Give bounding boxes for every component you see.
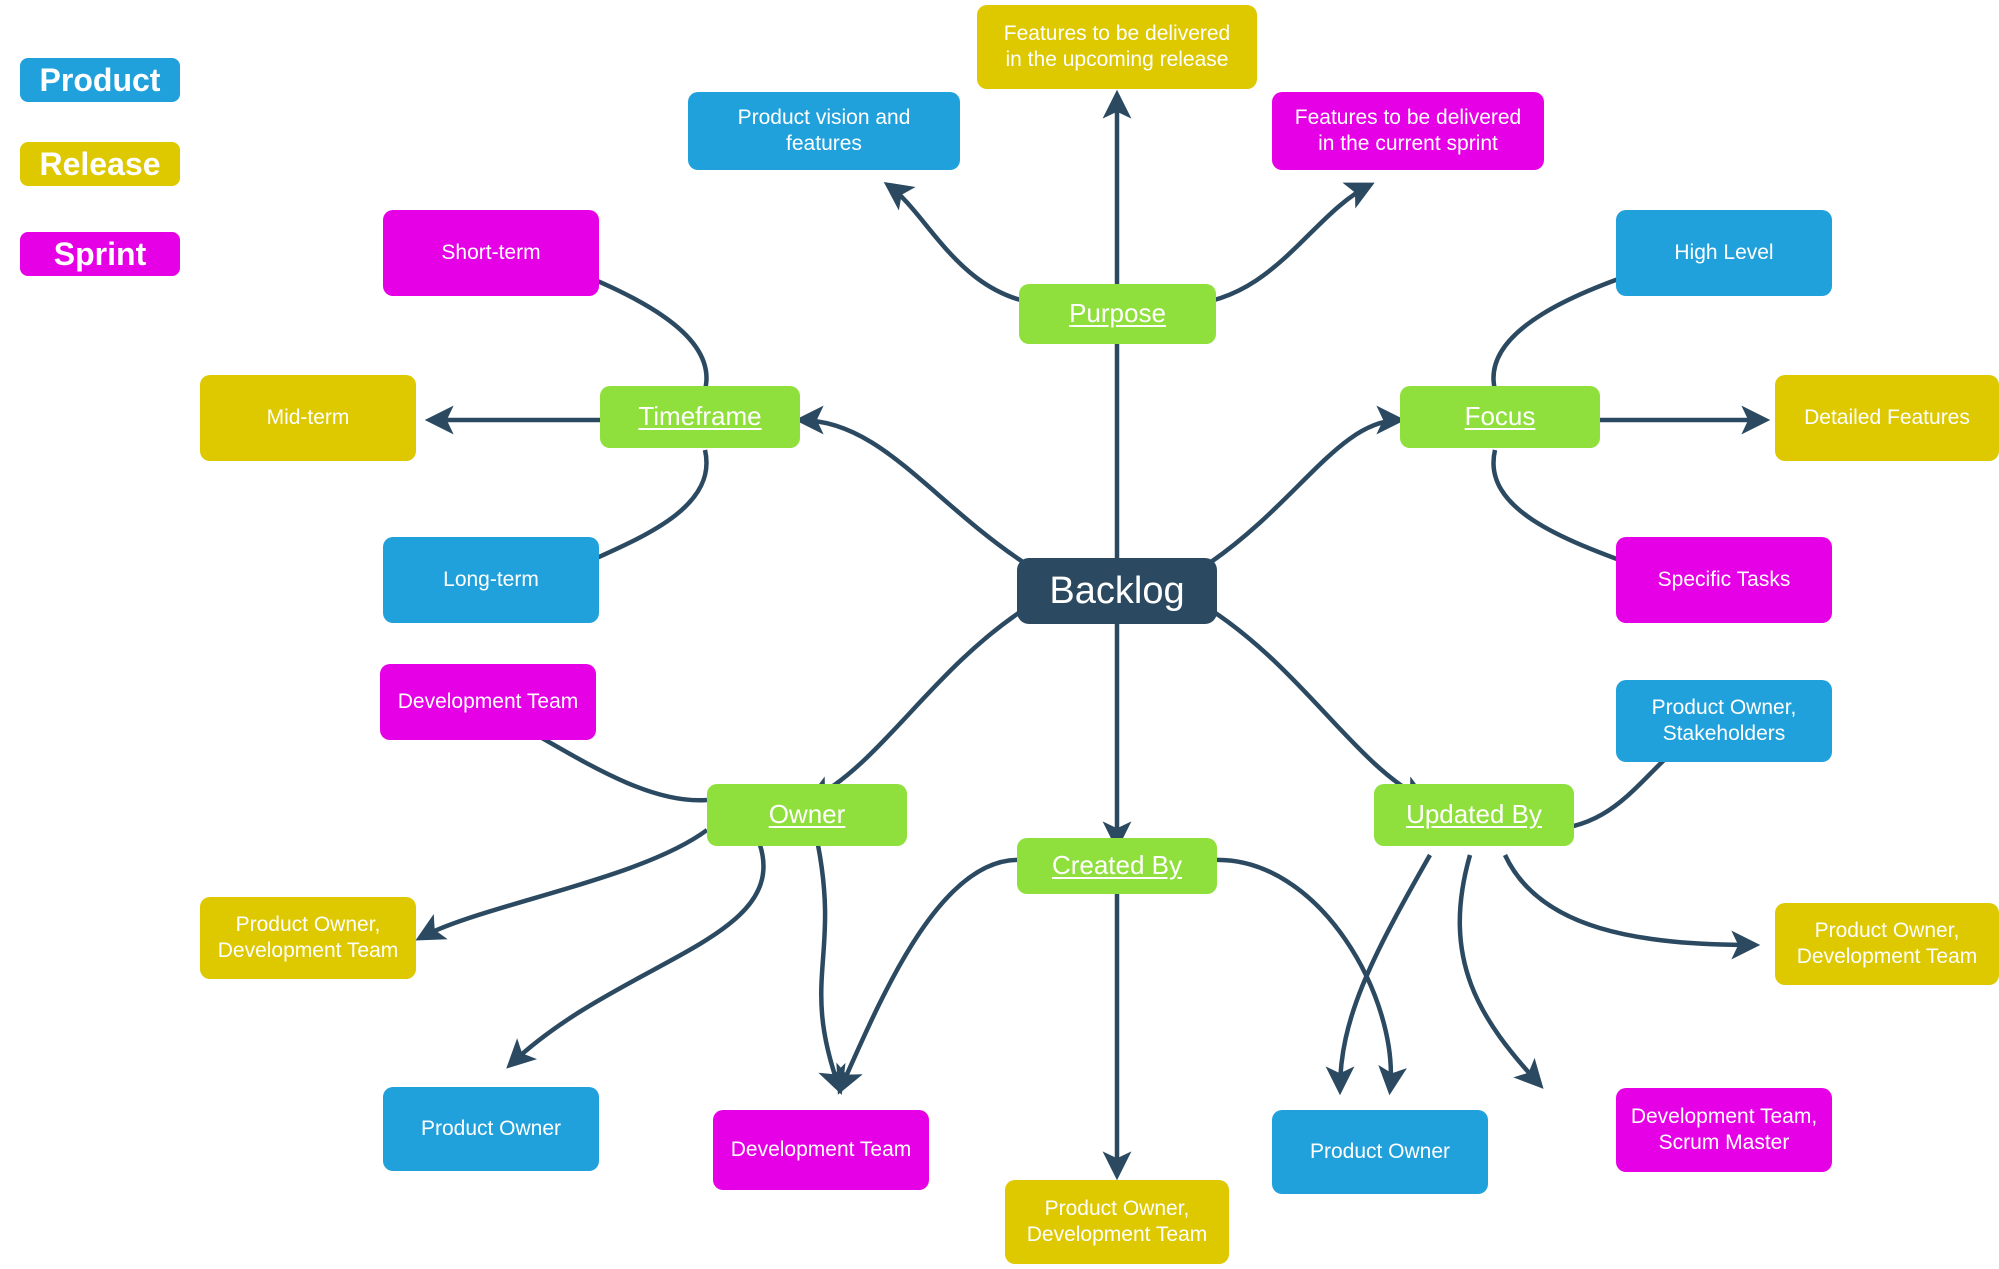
branch-node-label: Created By: [1051, 850, 1183, 881]
leaf-label: Product Owner: [1309, 1140, 1451, 1164]
leaf-label: Long-term: [443, 568, 539, 592]
legend-item-label: Release: [39, 145, 161, 182]
leaf-label: Development Team: [730, 1138, 912, 1162]
leaf-created-by-release[interactable]: Product Owner, Development Team: [1005, 1180, 1229, 1264]
branch-node-focus[interactable]: Focus: [1400, 386, 1600, 448]
legend-item-label: Sprint: [53, 235, 147, 272]
leaf-updated-by-product[interactable]: Product Owner, Stakeholders: [1616, 680, 1832, 762]
leaf-label: Specific Tasks: [1657, 568, 1791, 592]
leaf-label: Development Team: [397, 690, 579, 714]
legend-item-product: Product: [20, 58, 180, 102]
leaf-label: Detailed Features: [1804, 406, 1970, 430]
leaf-updated-by-sprint[interactable]: Development Team, Scrum Master: [1616, 1088, 1832, 1172]
leaf-label: Product Owner, Development Team: [217, 913, 399, 962]
branch-node-created-by[interactable]: Created By: [1017, 838, 1217, 894]
branch-node-label: Focus: [1464, 401, 1536, 432]
leaf-label: High Level: [1674, 241, 1774, 265]
branch-node-label: Timeframe: [638, 401, 762, 432]
leaf-owner-release[interactable]: Product Owner, Development Team: [200, 897, 416, 979]
root-node-backlog[interactable]: Backlog: [1017, 558, 1217, 624]
branch-node-timeframe[interactable]: Timeframe: [600, 386, 800, 448]
leaf-label: Product Owner, Development Team: [1796, 919, 1978, 968]
leaf-label: Product vision and features: [737, 106, 911, 155]
branch-node-label: Owner: [768, 799, 846, 830]
leaf-label: Short-term: [441, 241, 541, 265]
leaf-owner-sprint[interactable]: Development Team: [380, 664, 596, 740]
leaf-label: Mid-term: [266, 406, 350, 430]
leaf-created-by-product[interactable]: Product Owner: [1272, 1110, 1488, 1194]
leaf-label: Features to be delivered in the current …: [1294, 106, 1522, 155]
edge-layer: [415, 89, 1771, 1181]
branch-node-updated-by[interactable]: Updated By: [1374, 784, 1574, 846]
branch-node-label: Updated By: [1406, 799, 1542, 830]
leaf-purpose-product[interactable]: Product vision and features: [688, 92, 960, 170]
leaf-focus-release[interactable]: Detailed Features: [1775, 375, 1999, 461]
branch-node-purpose[interactable]: Purpose: [1019, 284, 1216, 344]
leaf-focus-product[interactable]: High Level: [1616, 210, 1832, 296]
leaf-label: Product Owner: [420, 1117, 562, 1141]
branch-node-owner[interactable]: Owner: [707, 784, 907, 846]
leaf-purpose-sprint[interactable]: Features to be delivered in the current …: [1272, 92, 1544, 170]
legend-item-release: Release: [20, 142, 180, 186]
leaf-owner-product[interactable]: Product Owner: [383, 1087, 599, 1171]
leaf-timeframe-release[interactable]: Mid-term: [200, 375, 416, 461]
leaf-focus-sprint[interactable]: Specific Tasks: [1616, 537, 1832, 623]
leaf-updated-by-release[interactable]: Product Owner, Development Team: [1775, 903, 1999, 985]
leaf-created-by-sprint[interactable]: Development Team: [713, 1110, 929, 1190]
leaf-label: Product Owner, Development Team: [1026, 1197, 1208, 1246]
mindmap-canvas: Product Release Sprint Backlog Purpose T…: [0, 0, 1999, 1269]
leaf-label: Features to be delivered in the upcoming…: [1003, 22, 1231, 71]
root-node-label: Backlog: [1049, 569, 1185, 612]
legend-item-label: Product: [39, 61, 161, 98]
leaf-label: Development Team, Scrum Master: [1630, 1105, 1818, 1154]
legend-item-sprint: Sprint: [20, 232, 180, 276]
leaf-timeframe-sprint[interactable]: Short-term: [383, 210, 599, 296]
leaf-purpose-release[interactable]: Features to be delivered in the upcoming…: [977, 5, 1257, 89]
leaf-timeframe-product[interactable]: Long-term: [383, 537, 599, 623]
leaf-label: Product Owner, Stakeholders: [1651, 696, 1797, 745]
branch-node-label: Purpose: [1069, 298, 1166, 329]
